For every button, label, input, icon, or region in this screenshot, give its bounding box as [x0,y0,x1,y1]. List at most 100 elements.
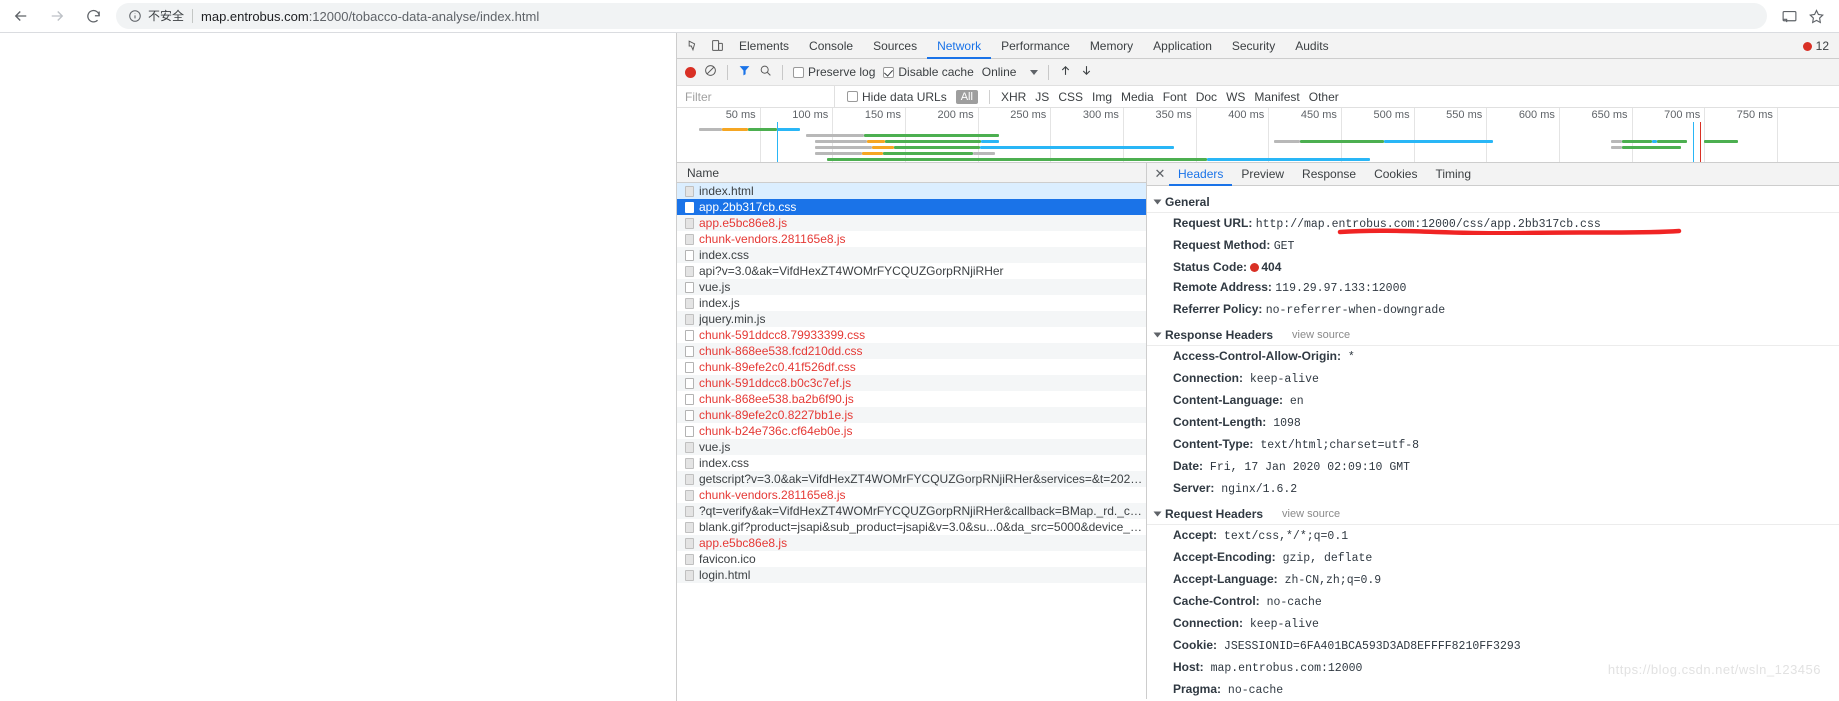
table-row[interactable]: getscript?v=3.0&ak=VifdHexZT4WOMrFYCQUZG… [677,471,1146,487]
tab-elements[interactable]: Elements [729,33,799,59]
request-name: vue.js [699,280,731,294]
type-filter-media[interactable]: Media [1121,90,1154,104]
reload-button[interactable] [78,1,108,31]
request-name: chunk-868ee538.fcd210dd.css [699,344,863,358]
table-row[interactable]: chunk-vendors.281165e8.js [677,487,1146,503]
table-row[interactable]: chunk-89efe2c0.41f526df.css [677,359,1146,375]
inspect-element-icon[interactable] [681,35,705,57]
export-har-icon[interactable] [1080,64,1093,80]
tab-memory[interactable]: Memory [1080,33,1143,59]
table-row[interactable]: vue.js [677,439,1146,455]
type-filter-xhr[interactable]: XHR [1001,90,1026,104]
table-row[interactable]: jquery.min.js [677,311,1146,327]
timeline-bar-segment [1611,140,1622,143]
table-row[interactable]: login.html [677,567,1146,583]
table-row[interactable]: chunk-89efe2c0.8227bb1e.js [677,407,1146,423]
tab-performance[interactable]: Performance [991,33,1080,59]
table-row[interactable]: ?qt=verify&ak=VifdHexZT4WOMrFYCQUZGorpRN… [677,503,1146,519]
tab-sources[interactable]: Sources [863,33,927,59]
file-icon [685,377,694,389]
back-button[interactable] [6,1,36,31]
tab-application[interactable]: Application [1143,33,1222,59]
view-source-request[interactable]: view source [1282,508,1340,520]
search-icon[interactable] [759,64,772,80]
type-filter-ws[interactable]: WS [1226,90,1245,104]
table-row[interactable]: blank.gif?product=jsapi&sub_product=jsap… [677,519,1146,535]
throttling-select[interactable]: Online [982,65,1039,79]
table-row[interactable]: app.e5bc86e8.js [677,215,1146,231]
type-filter-doc[interactable]: Doc [1196,90,1217,104]
tab-headers[interactable]: Headers [1169,163,1233,186]
star-icon[interactable] [1808,8,1825,25]
file-icon [685,201,694,213]
error-count-badge[interactable]: 12 [1802,33,1829,59]
table-row[interactable]: index.css [677,455,1146,471]
timeline-tick-label: 550 ms [1446,109,1483,121]
tab-console[interactable]: Console [799,33,863,59]
forward-button[interactable] [42,1,72,31]
import-har-icon[interactable] [1059,64,1072,80]
table-row[interactable]: favicon.ico [677,551,1146,567]
timeline-tick-label: 500 ms [1373,109,1410,121]
request-name: api?v=3.0&ak=VifdHexZT4WOMrFYCQUZGorpRNj… [699,264,1004,278]
table-row[interactable]: api?v=3.0&ak=VifdHexZT4WOMrFYCQUZGorpRNj… [677,263,1146,279]
tab-network[interactable]: Network [927,33,992,59]
triangle-expanded-icon-2 [1153,332,1162,338]
type-filter-css[interactable]: CSS [1058,90,1083,104]
timeline-tick-label: 50 ms [725,109,756,121]
info-circle-icon[interactable] [128,9,142,23]
type-filter-js[interactable]: JS [1035,90,1049,104]
type-filter-other[interactable]: Other [1309,90,1339,104]
disable-cache-checkbox[interactable]: Disable cache [883,65,974,79]
table-row[interactable]: vue.js [677,279,1146,295]
type-filter-font[interactable]: Font [1163,90,1187,104]
timeline-bar-segment [1652,140,1657,143]
table-row[interactable]: index.css [677,247,1146,263]
table-row[interactable]: chunk-868ee538.ba2b6f90.js [677,391,1146,407]
cast-icon[interactable] [1781,8,1798,25]
requests-column-header[interactable]: Name [677,163,1146,183]
section-request-headers[interactable]: Request Headers view source [1147,503,1839,525]
table-row[interactable]: chunk-868ee538.fcd210dd.css [677,343,1146,359]
timeline-tick [1340,108,1342,162]
table-row[interactable]: index.html [677,183,1146,199]
filter-funnel-icon[interactable] [738,64,751,80]
tab-timing[interactable]: Timing [1426,163,1480,186]
type-filter-all[interactable]: All [955,89,978,104]
address-bar[interactable]: 不安全 map.entrobus.com:12000/tobacco-data-… [116,3,1767,42]
network-overview-timeline[interactable]: 50 ms 100 ms 150 ms 200 ms 250 ms 300 ms 350 m… [677,108,1839,163]
tab-security[interactable]: Security [1222,33,1285,59]
table-row[interactable]: chunk-591ddcc8.b0c3c7ef.js [677,375,1146,391]
view-source-response[interactable]: view source [1292,329,1350,341]
record-button-icon[interactable] [685,66,696,78]
type-filter-img[interactable]: Img [1092,90,1112,104]
tab-response[interactable]: Response [1293,163,1365,186]
timeline-tick [1486,108,1488,162]
tab-cookies[interactable]: Cookies [1365,163,1426,186]
request-details-pane: ✕ Headers Preview Response Cookies Timin… [1147,163,1839,699]
table-row[interactable]: chunk-591ddcc8.79933399.css [677,327,1146,343]
section-response-headers[interactable]: Response Headers view source [1147,324,1839,346]
request-url-value[interactable]: http://map.entrobus.com:12000/css/app.2b… [1256,218,1601,231]
tab-preview[interactable]: Preview [1232,163,1293,186]
section-general[interactable]: General [1147,191,1839,213]
table-row[interactable]: app.2bb317cb.css [677,199,1146,215]
hide-data-urls-checkbox[interactable]: Hide data URLs [847,90,947,104]
timeline-bar-segment [1274,140,1301,143]
filter-options: Hide data URLs All XHR JS CSS Img Media … [835,89,1339,104]
preserve-log-checkbox[interactable]: Preserve log [793,65,875,79]
timeline-bar-segment [1704,140,1738,143]
table-row[interactable]: app.e5bc86e8.js [677,535,1146,551]
request-name: chunk-89efe2c0.41f526df.css [699,360,856,374]
table-row[interactable]: chunk-b24e736c.cf64eb0e.js [677,423,1146,439]
type-filter-manifest[interactable]: Manifest [1254,90,1299,104]
clear-icon[interactable] [704,64,717,80]
device-toolbar-icon[interactable] [705,35,729,57]
table-row[interactable]: chunk-vendors.281165e8.js [677,231,1146,247]
table-row[interactable]: index.js [677,295,1146,311]
tab-audits[interactable]: Audits [1285,33,1338,59]
requests-list[interactable]: index.html app.2bb317cb.css app.e5bc86e8.j… [677,183,1146,699]
close-icon[interactable]: ✕ [1151,166,1169,182]
filter-input[interactable]: Filter [677,85,835,108]
timeline-event-line [1692,122,1694,162]
